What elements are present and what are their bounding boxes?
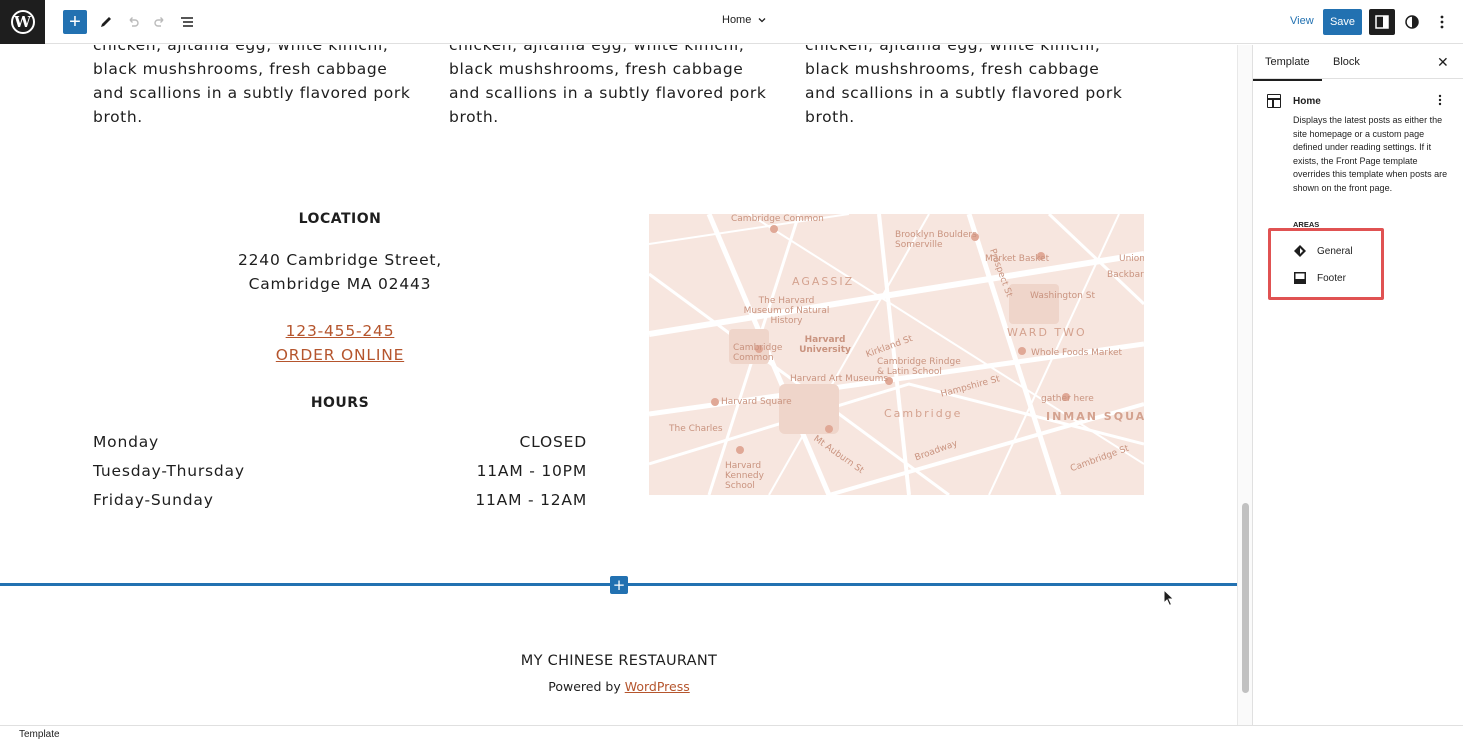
wordpress-link[interactable]: WordPress (625, 679, 690, 694)
order-online-link[interactable]: ORDER ONLINE (190, 346, 490, 364)
template-name: Home (1293, 96, 1321, 107)
site-title[interactable]: MY CHINESE RESTAURANT (419, 653, 819, 669)
map-label: INMAN SQUARE (1046, 410, 1144, 423)
menu-item-description[interactable]: chicken, ajitama egg, white kimchi, blac… (805, 45, 1135, 129)
map-label: WARD TWO (1007, 326, 1087, 339)
map-label: Whole Foods Market (1031, 348, 1123, 358)
area-label: Footer (1317, 272, 1346, 284)
map-label: Harvard University (799, 335, 851, 355)
map-label: gather here (1041, 394, 1094, 404)
map-label: Harvard Art Museums (790, 374, 889, 384)
hours-time: 11AM - 10PM (476, 462, 587, 480)
footer-icon (1293, 271, 1307, 285)
more-vertical-icon[interactable] (1432, 12, 1452, 32)
more-vertical-icon[interactable] (1438, 94, 1442, 109)
layout-icon (1267, 94, 1281, 108)
editor-canvas[interactable]: chicken, ajitama egg, white kimchi, blac… (0, 45, 1237, 725)
map-label: The Charles (669, 424, 723, 434)
address-line-1: 2240 Cambridge Street, (237, 251, 443, 269)
tab-template[interactable]: Template (1253, 56, 1322, 81)
menu-item-description[interactable]: chicken, ajitama egg, white kimchi, blac… (93, 45, 423, 129)
sidebar-tabs: Template Block ✕ (1253, 45, 1463, 81)
hours-heading[interactable]: HOURS (240, 395, 440, 411)
document-title: Home (722, 14, 752, 26)
map-label: Brooklyn Boulders Somerville (895, 230, 977, 250)
address[interactable]: 2240 Cambridge Street, Cambridge MA 0244… (190, 248, 490, 296)
chevron-down-icon (758, 18, 766, 23)
tab-block[interactable]: Block (1333, 56, 1360, 68)
map-label: Union Sq (1119, 254, 1144, 264)
document-title-dropdown[interactable]: Home (722, 14, 767, 26)
map-label: Cambridge Common (733, 343, 783, 363)
map-label: Cambridge Common (731, 214, 824, 224)
hours-time: 11AM - 12AM (475, 491, 587, 509)
areas-highlight-box (1268, 228, 1384, 300)
styles-icon[interactable] (1402, 12, 1422, 32)
template-description: Displays the latest posts as either the … (1293, 115, 1448, 193)
map-label: The Harvard Museum of Natural History (743, 296, 830, 326)
hours-time: CLOSED (519, 433, 587, 451)
diamond-icon (1293, 244, 1307, 258)
hours-day: Tuesday-Thursday (93, 462, 245, 480)
save-button[interactable]: Save (1323, 9, 1362, 35)
sidebar-icon[interactable] (1369, 9, 1395, 35)
canvas-scrollbar[interactable] (1237, 45, 1252, 725)
add-block-button[interactable]: + (63, 10, 87, 34)
hours-row[interactable]: Tuesday-Thursday 11AM - 10PM (93, 462, 587, 480)
view-button[interactable]: View (1290, 15, 1314, 27)
wordpress-logo[interactable]: W (0, 0, 45, 44)
map-label: Washington St (1030, 291, 1095, 301)
map-label: Harvard Square (721, 397, 792, 407)
map-label: Backbar (1107, 270, 1144, 280)
insert-block-button[interactable]: + (610, 576, 628, 594)
breadcrumb-template[interactable]: Template (19, 729, 60, 740)
address-line-2: Cambridge MA 02443 (248, 275, 432, 293)
block-breadcrumb-bar: Template (0, 725, 1463, 744)
redo-icon[interactable] (148, 10, 172, 34)
phone-link[interactable]: 123-455-245 (190, 322, 490, 340)
close-icon[interactable]: ✕ (1437, 54, 1449, 71)
map-label: Cambridge (884, 407, 963, 420)
undo-icon[interactable] (121, 10, 145, 34)
pencil-icon[interactable] (94, 10, 118, 34)
editor-header: W + Home View Save (0, 0, 1463, 44)
settings-sidebar: Template Block ✕ Home Displays the lates… (1252, 45, 1463, 725)
menu-item-description[interactable]: chicken, ajitama egg, white kimchi, blac… (449, 45, 779, 129)
footer-credit[interactable]: Powered by WordPress (419, 679, 819, 694)
hours-day: Monday (93, 433, 159, 451)
map-label: AGASSIZ (792, 275, 855, 288)
map-image[interactable]: Cambridge Common Brooklyn Boulders Somer… (649, 214, 1144, 495)
area-item-general[interactable]: General (1293, 244, 1353, 258)
hours-row[interactable]: Friday-Sunday 11AM - 12AM (93, 491, 587, 509)
area-item-footer[interactable]: Footer (1293, 271, 1346, 285)
location-heading[interactable]: LOCATION (240, 211, 440, 227)
powered-by-text: Powered by (548, 679, 625, 694)
wordpress-logo-mark: W (10, 10, 35, 34)
scrollbar-thumb[interactable] (1242, 503, 1249, 693)
map-label: Cambridge Rindge & Latin School (877, 357, 961, 377)
hours-row[interactable]: Monday CLOSED (93, 433, 587, 451)
map-label: Harvard Kennedy School (725, 461, 764, 491)
hours-day: Friday-Sunday (93, 491, 214, 509)
list-view-icon[interactable] (175, 10, 199, 34)
area-label: General (1317, 245, 1353, 257)
mouse-cursor-icon (1163, 588, 1175, 612)
